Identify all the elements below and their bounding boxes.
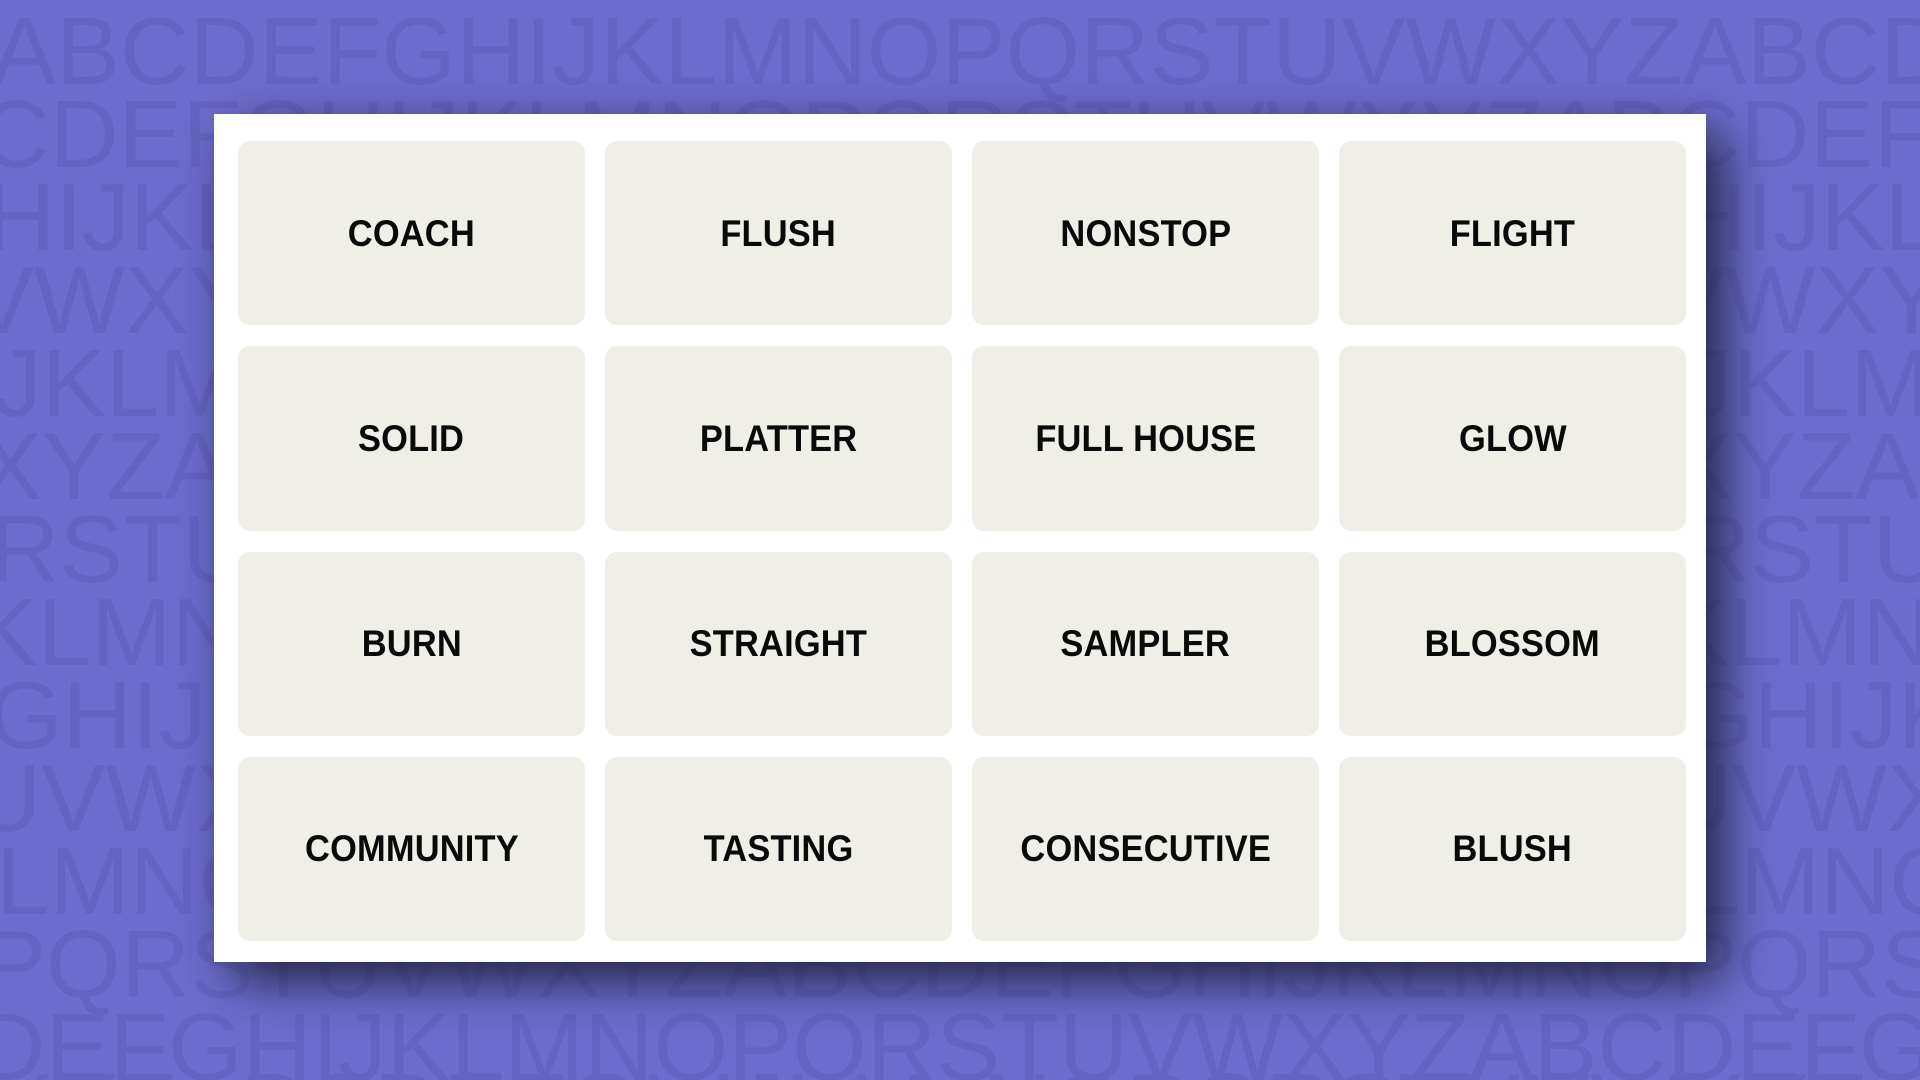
word-tile-label: BLUSH	[1452, 828, 1573, 870]
word-tile-label: BURN	[361, 623, 462, 665]
word-tile-label: SOLID	[358, 417, 465, 459]
word-tile[interactable]: GLOW	[1339, 346, 1686, 531]
word-tile[interactable]: SOLID	[238, 346, 585, 531]
word-tile[interactable]: SAMPLER	[972, 551, 1319, 736]
word-tile-label: COACH	[347, 212, 476, 254]
word-tile-label: FULL HOUSE	[1034, 417, 1257, 459]
word-tile-label: COMMUNITY	[304, 828, 519, 870]
alphabet-pattern-row: ABCDEFGHIJKLMNOPQRSTUVWXYZABCDEFGHIJKLMN…	[0, 0, 1920, 105]
word-tile-label: BLOSSOM	[1424, 623, 1601, 665]
word-tile-label: NONSTOP	[1060, 212, 1231, 254]
word-tile-label: PLATTER	[699, 417, 858, 459]
alphabet-pattern-row: DEFGHIJKLMNOPQRSTUVWXYZABCDEFGHIJKLMNOPQ…	[0, 994, 1920, 1080]
word-tile[interactable]: BLOSSOM	[1339, 551, 1686, 736]
word-tile[interactable]: BLUSH	[1339, 756, 1686, 941]
puzzle-card: COACH FLUSH NONSTOP FLIGHT SOLID PLATTER FULL …	[214, 114, 1706, 962]
word-tile-label: CONSECUTIVE	[1020, 828, 1271, 870]
word-tile[interactable]: TASTING	[605, 756, 952, 941]
word-tile-label: STRAIGHT	[689, 623, 868, 665]
word-tile[interactable]: PLATTER	[605, 346, 952, 531]
word-tile-grid: COACH FLUSH NONSTOP FLIGHT SOLID PLATTER FULL …	[238, 141, 1686, 941]
word-tile-label: GLOW	[1458, 417, 1567, 459]
word-tile-label: TASTING	[703, 828, 854, 870]
word-tile[interactable]: STRAIGHT	[605, 551, 952, 736]
word-tile-label: FLIGHT	[1449, 212, 1576, 254]
word-tile[interactable]: CONSECUTIVE	[972, 756, 1319, 941]
word-tile[interactable]: BURN	[238, 551, 585, 736]
word-tile-label: FLUSH	[720, 212, 837, 254]
word-tile-label: SAMPLER	[1060, 623, 1231, 665]
word-tile[interactable]: FLIGHT	[1339, 141, 1686, 326]
word-tile[interactable]: COMMUNITY	[238, 756, 585, 941]
word-tile[interactable]: NONSTOP	[972, 141, 1319, 326]
word-tile[interactable]: FLUSH	[605, 141, 952, 326]
alphabet-pattern-row: XYZABCDEFGHIJKLMNOPQRSTUVWXYZABCDEFGHIJK…	[0, 1060, 1920, 1080]
word-tile[interactable]: FULL HOUSE	[972, 346, 1319, 531]
word-tile[interactable]: COACH	[238, 141, 585, 326]
